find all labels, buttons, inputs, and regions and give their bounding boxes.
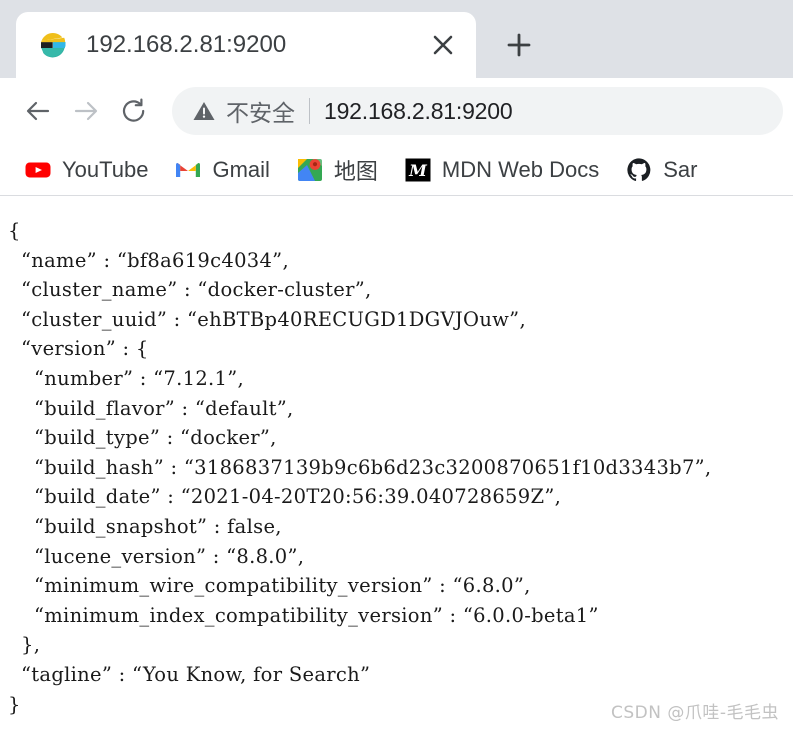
- mdn-icon: M: [404, 156, 432, 184]
- bookmark-label: YouTube: [62, 156, 149, 182]
- bookmark-mdn[interactable]: M MDN Web Docs: [396, 150, 607, 190]
- address-bar[interactable]: 不安全 192.168.2.81:9200: [172, 87, 783, 135]
- bookmark-youtube[interactable]: YouTube: [16, 150, 156, 190]
- arrow-right-icon: [74, 101, 98, 121]
- bookmarks-bar: YouTube Gmail 地图 M MDN Web Docs Sar: [0, 144, 793, 196]
- json-response-body: { “name” : “bf8a619c4034”, “cluster_name…: [8, 219, 712, 716]
- bookmark-label: MDN Web Docs: [441, 156, 600, 182]
- browser-window: 192.168.2.81:9200 不安全 192.168.2.81:9200 …: [0, 0, 793, 735]
- gmail-icon: [174, 156, 202, 184]
- svg-text:M: M: [408, 161, 428, 180]
- bookmark-gmail[interactable]: Gmail: [166, 150, 277, 190]
- csdn-watermark: CSDN @爪哇-毛毛虫: [610, 703, 779, 723]
- google-maps-icon: [296, 156, 324, 184]
- reload-button[interactable]: [110, 87, 158, 135]
- bookmark-sar[interactable]: Sar: [617, 150, 705, 190]
- github-icon: [625, 156, 653, 184]
- browser-tab[interactable]: 192.168.2.81:9200: [16, 12, 476, 78]
- tab-strip: 192.168.2.81:9200: [0, 0, 793, 78]
- bookmark-label: Gmail: [212, 156, 270, 182]
- tab-title: 192.168.2.81:9200: [86, 31, 287, 58]
- youtube-icon: [24, 156, 52, 184]
- back-button[interactable]: [14, 87, 62, 135]
- new-tab-button[interactable]: [492, 18, 546, 72]
- arrow-left-icon: [26, 101, 50, 121]
- forward-button[interactable]: [62, 87, 110, 135]
- reload-icon: [122, 98, 145, 122]
- bookmark-label: 地图: [333, 158, 378, 184]
- url-text: 192.168.2.81:9200: [324, 97, 513, 124]
- warning-triangle-icon: [193, 102, 215, 120]
- page-content: { “name” : “bf8a619c4034”, “cluster_name…: [0, 196, 793, 735]
- plus-icon: [507, 33, 531, 57]
- bookmark-label: Sar: [663, 156, 698, 182]
- security-status[interactable]: 不安全: [192, 94, 295, 128]
- security-label: 不安全: [226, 100, 295, 126]
- elasticsearch-icon: [38, 30, 68, 60]
- bookmark-maps[interactable]: 地图: [288, 150, 386, 190]
- close-icon[interactable]: [424, 26, 462, 64]
- omnibox-divider: [309, 98, 310, 124]
- browser-toolbar: 不安全 192.168.2.81:9200: [0, 78, 793, 144]
